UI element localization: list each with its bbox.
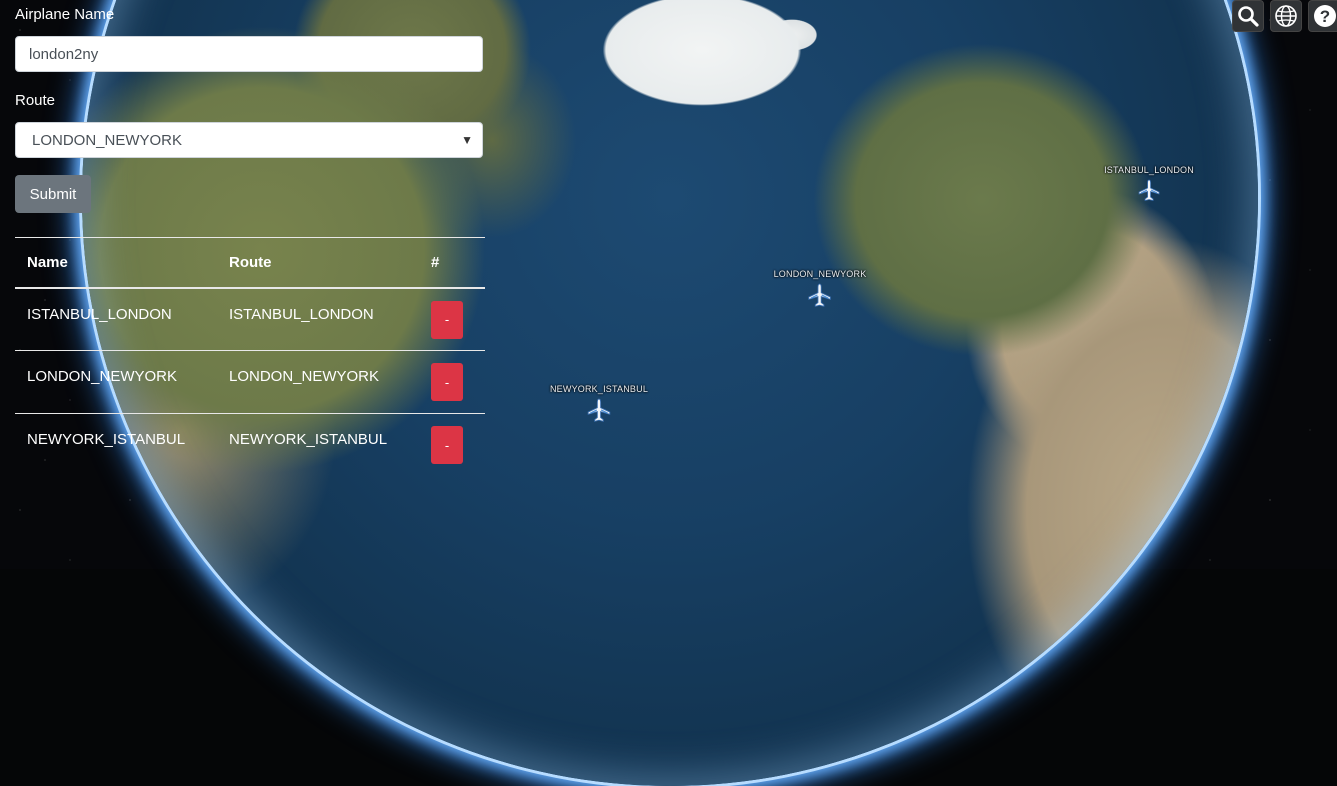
route-label: Route	[15, 92, 56, 109]
table-row: ISTANBUL_LONDON ISTANBUL_LONDON -	[15, 288, 485, 351]
cell-actions: -	[419, 414, 485, 477]
cell-name: ISTANBUL_LONDON	[27, 305, 172, 323]
cell-actions: -	[419, 288, 485, 351]
airplane-name-label: Airplane Name	[15, 6, 115, 23]
chevron-down-icon: ▼	[461, 133, 473, 147]
search-button[interactable]	[1232, 0, 1264, 32]
column-header-route: Route	[229, 253, 272, 271]
column-header-actions: #	[431, 253, 440, 271]
cell-actions: -	[419, 351, 485, 414]
airplanes-table: Name Route # ISTANBUL_LONDON ISTANBUL_LO…	[15, 237, 485, 477]
globe-icon	[1275, 5, 1297, 27]
table-row: NEWYORK_ISTANBUL NEWYORK_ISTANBUL -	[15, 414, 485, 477]
search-icon	[1238, 6, 1259, 27]
scene-mode-button[interactable]	[1270, 0, 1302, 32]
route-select[interactable]: LONDON_NEWYORK ▼	[15, 122, 483, 158]
svg-text:?: ?	[1320, 7, 1330, 26]
cell-route: ISTANBUL_LONDON	[229, 305, 374, 323]
column-header-name: Name	[27, 253, 68, 271]
cell-route: NEWYORK_ISTANBUL	[229, 431, 388, 448]
table-header-row: Name Route #	[15, 237, 485, 288]
delete-button[interactable]: -	[431, 363, 463, 401]
airplane-icon	[1138, 179, 1160, 202]
airplane-marker-istanbul-london[interactable]: ISTANBUL_LONDON	[1104, 165, 1194, 203]
route-selected-value: LONDON_NEWYORK	[32, 131, 183, 149]
delete-button[interactable]: -	[431, 426, 463, 464]
airplane-name-input[interactable]	[15, 36, 483, 72]
marker-label: LONDON_NEWYORK	[773, 269, 867, 279]
airplane-marker-newyork-istanbul[interactable]: NEWYORK_ISTANBUL	[550, 384, 648, 424]
table-row: LONDON_NEWYORK LONDON_NEWYORK -	[15, 351, 485, 414]
marker-label: ISTANBUL_LONDON	[1104, 165, 1194, 175]
submit-button[interactable]: Submit	[15, 175, 91, 213]
marker-label: NEWYORK_ISTANBUL	[549, 384, 649, 394]
delete-button[interactable]: -	[431, 300, 463, 339]
cell-route: LONDON_NEWYORK	[229, 368, 380, 385]
cell-name: NEWYORK_ISTANBUL	[27, 431, 186, 448]
help-button[interactable]: ?	[1308, 0, 1337, 32]
airplane-icon	[587, 398, 611, 422]
help-icon: ?	[1314, 5, 1336, 27]
airplane-icon	[808, 283, 832, 307]
cell-name: LONDON_NEWYORK	[27, 368, 178, 385]
airplane-marker-london-newyork[interactable]: LONDON_NEWYORK	[774, 269, 867, 309]
